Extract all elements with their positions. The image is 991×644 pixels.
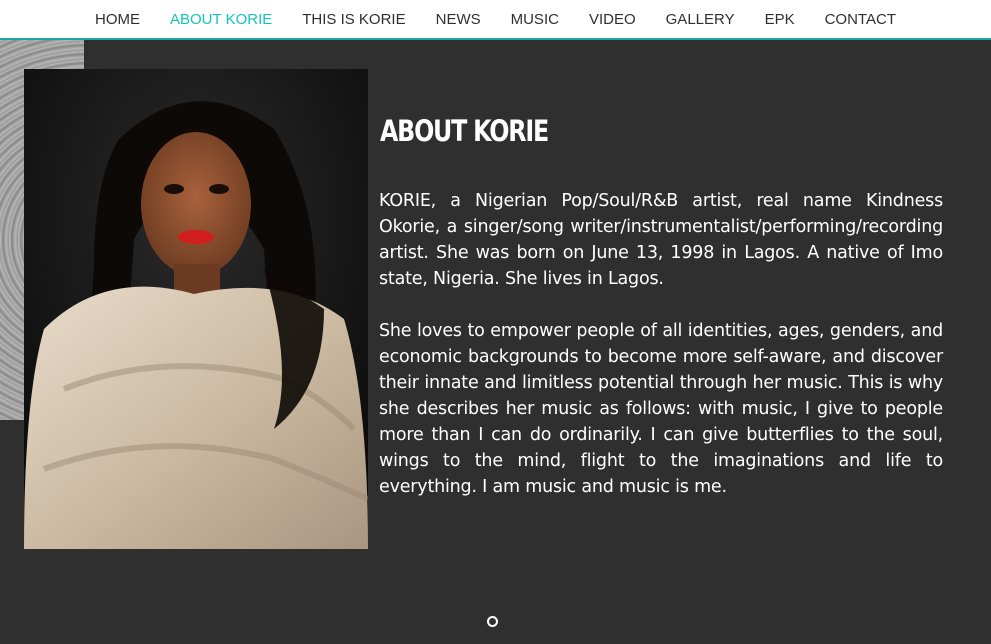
nav-music[interactable]: MUSIC xyxy=(496,11,574,28)
slide-indicator-dot[interactable] xyxy=(487,616,498,627)
nav-news[interactable]: NEWS xyxy=(421,11,496,28)
nav-gallery[interactable]: GALLERY xyxy=(651,11,750,28)
nav-epk[interactable]: EPK xyxy=(750,11,810,28)
about-paragraph: She loves to empower people of all ident… xyxy=(379,321,943,497)
nav-home[interactable]: HOME xyxy=(80,11,155,28)
nav-about-korie[interactable]: ABOUT KORIE xyxy=(155,11,287,28)
main-nav: HOME ABOUT KORIE THIS IS KORIE NEWS MUSI… xyxy=(0,0,991,40)
nav-video[interactable]: VIDEO xyxy=(574,11,651,28)
about-body: KORIE, a Nigerian Pop/Soul/R&B artist, r… xyxy=(379,188,943,526)
nav-this-is-korie[interactable]: THIS IS KORIE xyxy=(287,11,420,28)
nav-contact[interactable]: CONTACT xyxy=(810,11,911,28)
page-title: ABOUT KORIE xyxy=(380,114,549,148)
artist-portrait-photo xyxy=(24,69,368,549)
about-paragraph: KORIE, a Nigerian Pop/Soul/R&B artist, r… xyxy=(379,191,943,289)
